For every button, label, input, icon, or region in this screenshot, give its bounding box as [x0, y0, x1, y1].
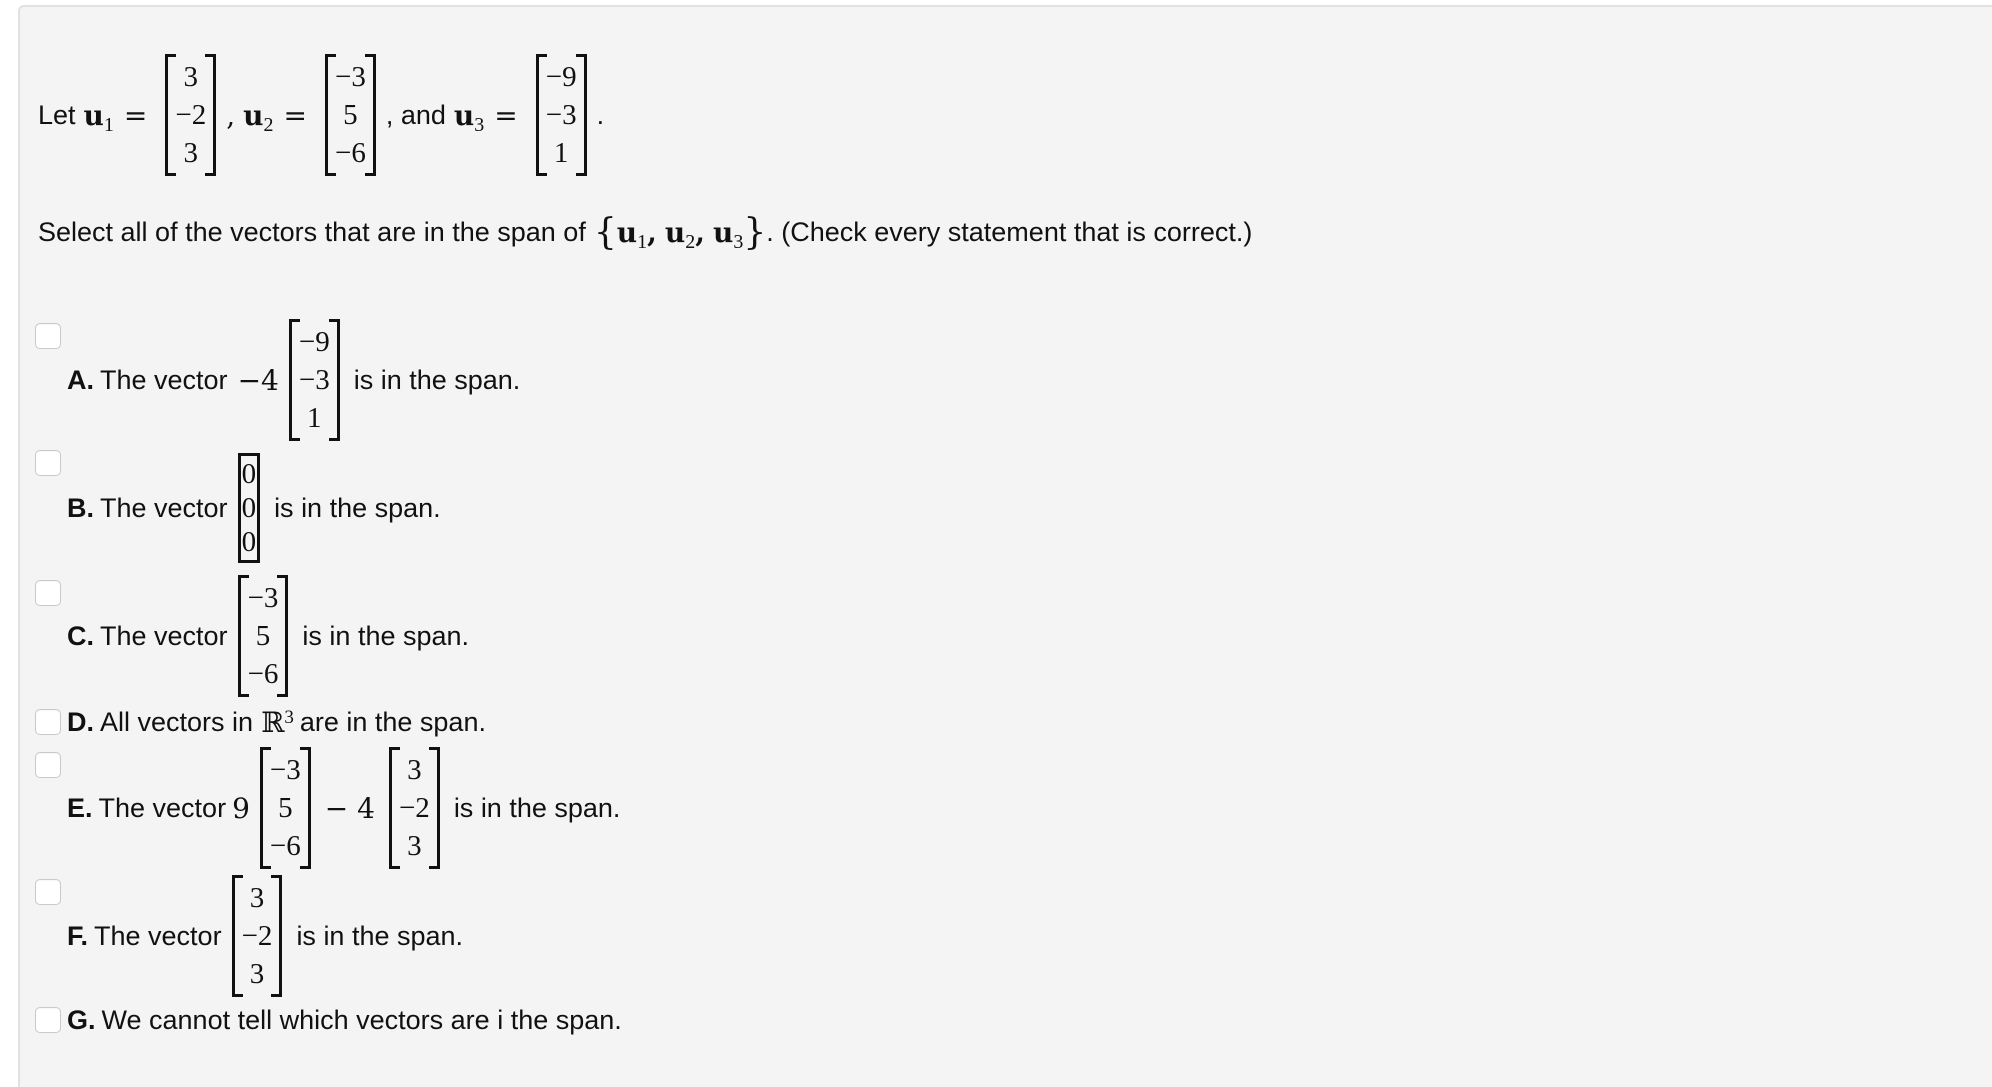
- vector-entry: 3: [407, 830, 422, 862]
- option-e-checkbox[interactable]: [35, 752, 61, 778]
- option-b-checkbox[interactable]: [35, 450, 61, 476]
- u1-entry-2: −2: [175, 99, 207, 131]
- u3-symbol: u3: [453, 98, 485, 136]
- option-f-vector: 3 −2 3: [231, 875, 283, 997]
- option-f[interactable]: F. The vector 3 −2 3 is in the span.: [67, 875, 464, 997]
- equals-sign: =: [494, 98, 518, 132]
- prompt-instruction: . (Check every statement that is correct…: [766, 216, 1253, 247]
- option-b-prefix: The vector: [100, 492, 228, 523]
- option-e[interactable]: E. The vector 9 −3 5 −6 − 4 3 −2 3 is in…: [67, 747, 621, 869]
- option-c[interactable]: C. The vector −3 5 −6 is in the span.: [67, 575, 470, 697]
- and-label: , and: [385, 99, 446, 130]
- u2-entry-1: −3: [334, 61, 366, 93]
- set-open-brace: {: [593, 211, 617, 253]
- comma: ,: [226, 98, 236, 132]
- option-f-prefix: The vector: [94, 920, 222, 951]
- option-g-checkbox[interactable]: [35, 1007, 61, 1033]
- option-b[interactable]: B. The vector 0 0 0 is in the span.: [67, 450, 441, 566]
- option-e-letter: E.: [67, 792, 93, 823]
- option-a-checkbox[interactable]: [35, 323, 61, 349]
- vector-entry: −3: [247, 582, 279, 614]
- u2-vector: −3 5 −6: [324, 54, 376, 176]
- u2-entry-3: −6: [334, 137, 366, 169]
- vector-entry: 1: [307, 402, 322, 434]
- vector-entry: 3: [249, 882, 265, 914]
- option-e-operator: − 4: [324, 791, 375, 825]
- u1-symbol: u1: [83, 98, 114, 136]
- option-f-checkbox[interactable]: [35, 879, 61, 905]
- option-d-suffix: are in the span.: [299, 706, 486, 737]
- option-g-letter: G.: [67, 1004, 96, 1035]
- option-a[interactable]: A. The vector −4 −9 −3 1 is in the span.: [67, 319, 521, 441]
- option-d[interactable]: D. All vectors in ℝ3 are in the span.: [67, 702, 486, 742]
- option-c-vector: −3 5 −6: [237, 575, 289, 697]
- vector-entry: 5: [255, 620, 271, 652]
- set-u3: u3: [712, 215, 744, 253]
- option-a-coefficient: −4: [237, 363, 279, 397]
- u3-vector: −9 −3 1: [535, 54, 587, 176]
- u3-entry-3: 1: [553, 137, 569, 169]
- vector-entry: 3: [407, 754, 422, 786]
- vector-entry: −2: [241, 920, 273, 952]
- u2-entry-2: 5: [343, 99, 358, 131]
- vector-entry: −6: [247, 658, 279, 690]
- vector-entry: 0: [241, 458, 257, 490]
- u3-entry-1: −9: [545, 61, 577, 93]
- option-e-suffix: is in the span.: [453, 792, 621, 823]
- period: .: [596, 99, 605, 130]
- option-e-prefix: The vector: [98, 792, 227, 823]
- option-f-suffix: is in the span.: [296, 920, 464, 951]
- option-c-checkbox[interactable]: [35, 580, 61, 606]
- option-f-letter: F.: [67, 920, 89, 951]
- option-a-prefix: The vector: [100, 364, 228, 395]
- vector-entry: −3: [298, 364, 330, 396]
- u3-entry-2: −3: [545, 99, 577, 131]
- u1-entry-1: 3: [183, 61, 199, 93]
- option-b-letter: B.: [67, 492, 94, 523]
- option-c-prefix: The vector: [100, 620, 228, 651]
- u2-symbol: u2: [243, 98, 274, 136]
- u1-vector: 3 −2 3: [165, 54, 217, 176]
- set-close-brace: }: [743, 211, 767, 253]
- vector-entry: −9: [298, 326, 330, 358]
- vector-entry: −6: [269, 830, 301, 862]
- vector-entry: 5: [278, 792, 293, 824]
- option-e-vector-2: 3 −2 3: [388, 747, 440, 869]
- option-d-letter: D.: [67, 706, 94, 737]
- vector-entry: −2: [398, 792, 430, 824]
- option-b-suffix: is in the span.: [274, 492, 441, 523]
- option-e-coefficient: 9: [232, 791, 250, 825]
- option-d-text: All vectors in: [100, 706, 254, 737]
- option-a-vector: −9 −3 1: [288, 319, 340, 441]
- option-b-vector: 0 0 0: [237, 453, 261, 563]
- real-space-symbol: ℝ: [261, 705, 285, 739]
- let-label: Let: [38, 99, 76, 130]
- vector-entry: 0: [241, 526, 257, 558]
- option-a-letter: A.: [67, 364, 94, 395]
- option-g-text: We cannot tell which vectors are i the s…: [101, 1004, 622, 1035]
- equals-sign: =: [123, 98, 148, 132]
- set-u2: u2,: [664, 215, 705, 253]
- prompt-text: Select all of the vectors that are in th…: [38, 216, 586, 247]
- u1-entry-3: 3: [183, 137, 199, 169]
- set-u1: u1,: [616, 215, 657, 253]
- vector-entry: −3: [269, 754, 301, 786]
- option-e-vector-1: −3 5 −6: [259, 747, 311, 869]
- vector-definitions: Let u1 = 3 −2 3 , u2 = −3 5 −6 , and u3 …: [38, 54, 605, 176]
- dimension-exponent: 3: [284, 707, 294, 728]
- option-c-letter: C.: [67, 620, 94, 651]
- option-g[interactable]: G. We cannot tell which vectors are i th…: [67, 1000, 622, 1040]
- question-prompt: Select all of the vectors that are in th…: [38, 210, 1252, 254]
- vector-entry: 3: [249, 958, 265, 990]
- option-c-suffix: is in the span.: [302, 620, 470, 651]
- equals-sign: =: [283, 98, 307, 132]
- option-d-checkbox[interactable]: [35, 709, 61, 735]
- option-a-suffix: is in the span.: [353, 364, 521, 395]
- vector-entry: 0: [241, 492, 257, 524]
